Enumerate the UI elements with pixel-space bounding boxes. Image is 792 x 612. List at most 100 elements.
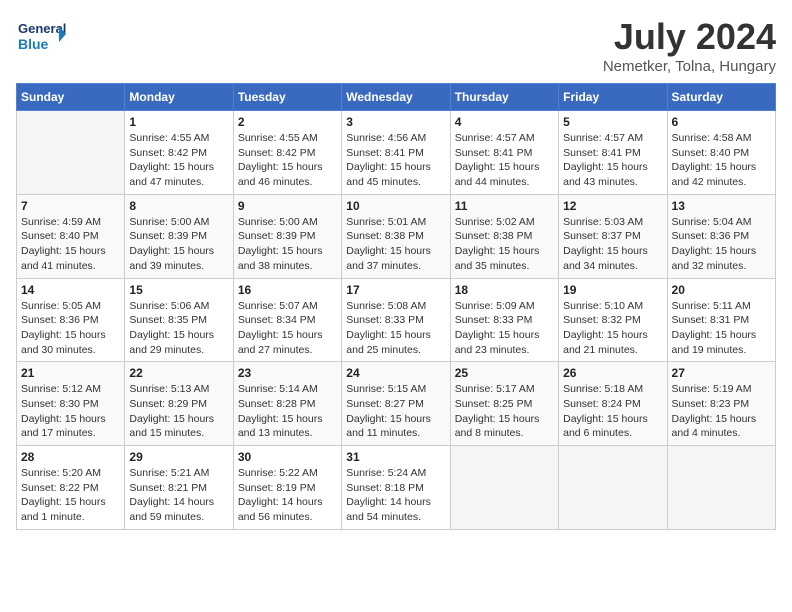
calendar-week-row: 28Sunrise: 5:20 AM Sunset: 8:22 PM Dayli… (17, 446, 776, 530)
day-number: 16 (238, 283, 337, 297)
day-number: 3 (346, 115, 445, 129)
day-detail: Sunrise: 5:00 AM Sunset: 8:39 PM Dayligh… (238, 215, 337, 274)
calendar-cell: 15 Sunrise: 5:06 AM Sunset: 8:35 PM Dayli… (125, 278, 233, 362)
day-number: 27 (672, 366, 771, 380)
day-detail: Sunrise: 5:13 AM Sunset: 8:29 PM Dayligh… (129, 382, 228, 441)
day-number: 12 (563, 199, 662, 213)
calendar-cell: 23 Sunrise: 5:14 AM Sunset: 8:28 PM Dayli… (233, 362, 341, 446)
day-detail: Sunrise: 5:01 AM Sunset: 8:38 PM Dayligh… (346, 215, 445, 274)
weekday-header-saturday: Saturday (667, 84, 775, 111)
calendar-cell: 6 Sunrise: 4:58 AM Sunset: 8:40 PM Daylig… (667, 111, 775, 195)
calendar-cell (450, 446, 558, 530)
day-number: 18 (455, 283, 554, 297)
day-number: 2 (238, 115, 337, 129)
calendar-cell: 3 Sunrise: 4:56 AM Sunset: 8:41 PM Daylig… (342, 111, 450, 195)
calendar-week-row: 14 Sunrise: 5:05 AM Sunset: 8:36 PM Dayli… (17, 278, 776, 362)
calendar-cell: 20Sunrise: 5:11 AM Sunset: 8:31 PM Dayli… (667, 278, 775, 362)
svg-text:Blue: Blue (18, 36, 49, 52)
day-detail: Sunrise: 4:58 AM Sunset: 8:40 PM Dayligh… (672, 131, 771, 190)
day-detail: Sunrise: 5:12 AM Sunset: 8:30 PM Dayligh… (21, 382, 120, 441)
day-detail: Sunrise: 5:20 AM Sunset: 8:22 PM Dayligh… (21, 466, 120, 525)
calendar-cell: 17 Sunrise: 5:08 AM Sunset: 8:33 PM Dayli… (342, 278, 450, 362)
day-number: 11 (455, 199, 554, 213)
day-number: 21 (21, 366, 120, 380)
day-number: 20 (672, 283, 771, 297)
day-detail: Sunrise: 5:05 AM Sunset: 8:36 PM Dayligh… (21, 299, 120, 358)
calendar-cell: 4Sunrise: 4:57 AM Sunset: 8:41 PM Daylig… (450, 111, 558, 195)
logo-svg: General Blue (16, 16, 66, 60)
day-detail: Sunrise: 5:04 AM Sunset: 8:36 PM Dayligh… (672, 215, 771, 274)
day-detail: Sunrise: 5:18 AM Sunset: 8:24 PM Dayligh… (563, 382, 662, 441)
day-detail: Sunrise: 5:22 AM Sunset: 8:19 PM Dayligh… (238, 466, 337, 525)
day-number: 25 (455, 366, 554, 380)
calendar-cell: 26 Sunrise: 5:18 AM Sunset: 8:24 PM Dayli… (559, 362, 667, 446)
day-number: 29 (129, 450, 228, 464)
day-number: 1 (129, 115, 228, 129)
day-number: 31 (346, 450, 445, 464)
weekday-header-sunday: Sunday (17, 84, 125, 111)
location-subtitle: Nemetker, Tolna, Hungary (603, 58, 776, 75)
day-detail: Sunrise: 4:57 AM Sunset: 8:41 PM Dayligh… (563, 131, 662, 190)
day-number: 19 (563, 283, 662, 297)
calendar-cell: 27 Sunrise: 5:19 AM Sunset: 8:23 PM Dayli… (667, 362, 775, 446)
svg-text:General: General (18, 21, 66, 36)
day-number: 17 (346, 283, 445, 297)
day-detail: Sunrise: 5:19 AM Sunset: 8:23 PM Dayligh… (672, 382, 771, 441)
day-number: 15 (129, 283, 228, 297)
calendar-cell: 25 Sunrise: 5:17 AM Sunset: 8:25 PM Dayli… (450, 362, 558, 446)
day-detail: Sunrise: 4:56 AM Sunset: 8:41 PM Dayligh… (346, 131, 445, 190)
day-number: 24 (346, 366, 445, 380)
month-year-title: July 2024 (603, 16, 776, 58)
weekday-header-tuesday: Tuesday (233, 84, 341, 111)
day-number: 7 (21, 199, 120, 213)
calendar-cell: 13 Sunrise: 5:04 AM Sunset: 8:36 PM Dayli… (667, 194, 775, 278)
day-detail: Sunrise: 4:55 AM Sunset: 8:42 PM Dayligh… (238, 131, 337, 190)
day-number: 13 (672, 199, 771, 213)
day-detail: Sunrise: 5:06 AM Sunset: 8:35 PM Dayligh… (129, 299, 228, 358)
day-number: 22 (129, 366, 228, 380)
day-number: 5 (563, 115, 662, 129)
calendar-cell: 30 Sunrise: 5:22 AM Sunset: 8:19 PM Dayli… (233, 446, 341, 530)
weekday-header-wednesday: Wednesday (342, 84, 450, 111)
day-detail: Sunrise: 5:14 AM Sunset: 8:28 PM Dayligh… (238, 382, 337, 441)
day-number: 26 (563, 366, 662, 380)
calendar-cell: 19 Sunrise: 5:10 AM Sunset: 8:32 PM Dayli… (559, 278, 667, 362)
calendar-cell: 2 Sunrise: 4:55 AM Sunset: 8:42 PM Daylig… (233, 111, 341, 195)
calendar-week-row: 7 Sunrise: 4:59 AM Sunset: 8:40 PM Daylig… (17, 194, 776, 278)
day-number: 6 (672, 115, 771, 129)
calendar-cell: 18 Sunrise: 5:09 AM Sunset: 8:33 PM Dayli… (450, 278, 558, 362)
day-number: 10 (346, 199, 445, 213)
day-detail: Sunrise: 5:24 AM Sunset: 8:18 PM Dayligh… (346, 466, 445, 525)
calendar-cell (667, 446, 775, 530)
weekday-header-friday: Friday (559, 84, 667, 111)
day-detail: Sunrise: 5:10 AM Sunset: 8:32 PM Dayligh… (563, 299, 662, 358)
day-detail: Sunrise: 5:17 AM Sunset: 8:25 PM Dayligh… (455, 382, 554, 441)
day-detail: Sunrise: 5:00 AM Sunset: 8:39 PM Dayligh… (129, 215, 228, 274)
day-number: 8 (129, 199, 228, 213)
calendar-cell: 5 Sunrise: 4:57 AM Sunset: 8:41 PM Daylig… (559, 111, 667, 195)
calendar-week-row: 1 Sunrise: 4:55 AM Sunset: 8:42 PM Daylig… (17, 111, 776, 195)
calendar-cell: 28Sunrise: 5:20 AM Sunset: 8:22 PM Dayli… (17, 446, 125, 530)
calendar-cell: 22 Sunrise: 5:13 AM Sunset: 8:29 PM Dayli… (125, 362, 233, 446)
calendar-cell: 29 Sunrise: 5:21 AM Sunset: 8:21 PM Dayli… (125, 446, 233, 530)
calendar-cell: 9Sunrise: 5:00 AM Sunset: 8:39 PM Daylig… (233, 194, 341, 278)
day-detail: Sunrise: 5:09 AM Sunset: 8:33 PM Dayligh… (455, 299, 554, 358)
calendar-cell: 31 Sunrise: 5:24 AM Sunset: 8:18 PM Dayli… (342, 446, 450, 530)
calendar-cell: 8 Sunrise: 5:00 AM Sunset: 8:39 PM Daylig… (125, 194, 233, 278)
day-detail: Sunrise: 5:07 AM Sunset: 8:34 PM Dayligh… (238, 299, 337, 358)
day-detail: Sunrise: 5:08 AM Sunset: 8:33 PM Dayligh… (346, 299, 445, 358)
calendar-cell: 21 Sunrise: 5:12 AM Sunset: 8:30 PM Dayli… (17, 362, 125, 446)
day-number: 14 (21, 283, 120, 297)
calendar-cell: 24Sunrise: 5:15 AM Sunset: 8:27 PM Dayli… (342, 362, 450, 446)
calendar-week-row: 21 Sunrise: 5:12 AM Sunset: 8:30 PM Dayli… (17, 362, 776, 446)
day-detail: Sunrise: 5:21 AM Sunset: 8:21 PM Dayligh… (129, 466, 228, 525)
calendar-cell: 7 Sunrise: 4:59 AM Sunset: 8:40 PM Daylig… (17, 194, 125, 278)
title-block: July 2024 Nemetker, Tolna, Hungary (603, 16, 776, 75)
day-number: 30 (238, 450, 337, 464)
calendar-cell: 12Sunrise: 5:03 AM Sunset: 8:37 PM Dayli… (559, 194, 667, 278)
day-detail: Sunrise: 4:55 AM Sunset: 8:42 PM Dayligh… (129, 131, 228, 190)
calendar-cell: 16 Sunrise: 5:07 AM Sunset: 8:34 PM Dayli… (233, 278, 341, 362)
day-number: 4 (455, 115, 554, 129)
day-number: 23 (238, 366, 337, 380)
day-detail: Sunrise: 4:59 AM Sunset: 8:40 PM Dayligh… (21, 215, 120, 274)
